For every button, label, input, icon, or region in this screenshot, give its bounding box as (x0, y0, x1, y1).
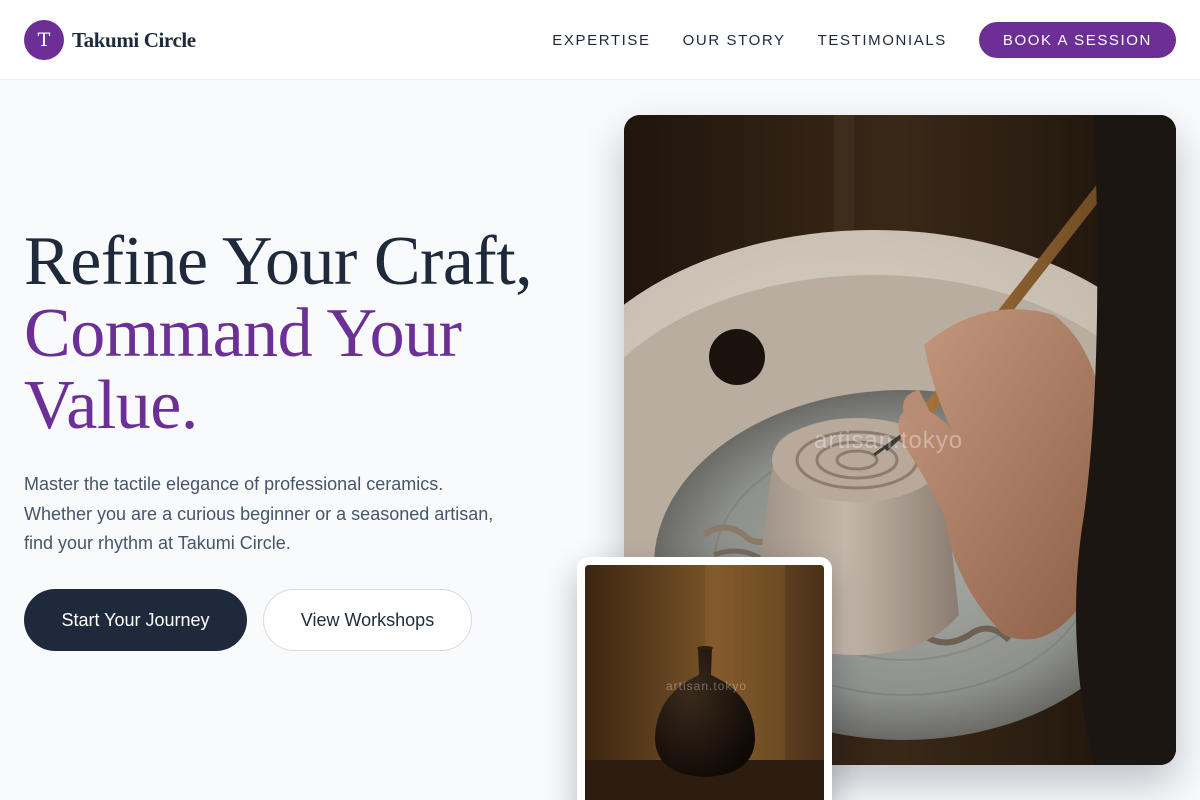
nav-link-expertise[interactable]: EXPERTISE (552, 32, 650, 49)
hero-title-line-1: Refine Your Craft, (24, 223, 533, 300)
brand-name: Takumi Circle (72, 27, 196, 52)
vase-photo: artisan.tokyo (585, 565, 824, 800)
main-nav: EXPERTISE OUR STORY TESTIMONIALS BOOK A … (552, 22, 1176, 58)
view-workshops-button[interactable]: View Workshops (263, 589, 472, 651)
nav-link-testimonials[interactable]: TESTIMONIALS (818, 32, 947, 49)
inset-photo-watermark: artisan.tokyo (666, 679, 748, 693)
nav-link-our-story[interactable]: OUR STORY (683, 32, 786, 49)
book-session-button[interactable]: BOOK A SESSION (978, 22, 1176, 58)
hero-description: Master the tactile elegance of professio… (24, 474, 494, 553)
brand-mark-icon: T (24, 20, 64, 60)
main-photo-watermark: artisan.tokyo (814, 427, 964, 454)
vase-photo-card: artisan.tokyo (577, 557, 832, 800)
brand-logo[interactable]: T Takumi Circle (24, 20, 196, 60)
hero-title-line-2: Command Your Value. (24, 295, 462, 444)
hero-title: Refine Your Craft, Command Your Value. (24, 226, 584, 442)
site-header: T Takumi Circle EXPERTISE OUR STORY TEST… (0, 0, 1200, 80)
start-journey-button[interactable]: Start Your Journey (24, 589, 247, 651)
